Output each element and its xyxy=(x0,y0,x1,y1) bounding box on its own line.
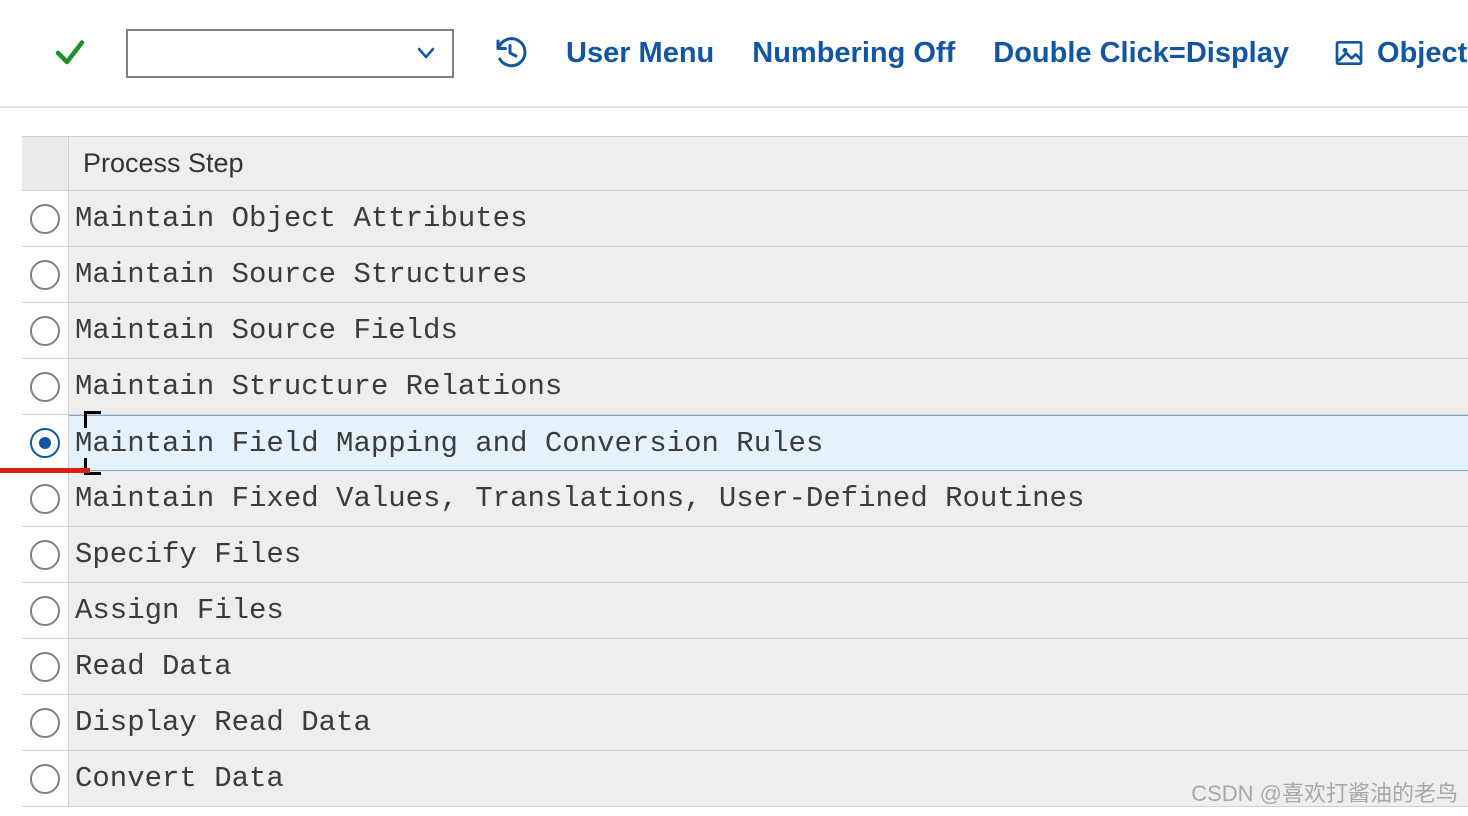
radio-cell[interactable] xyxy=(22,415,69,471)
radio-cell[interactable] xyxy=(22,751,69,807)
radio-button[interactable] xyxy=(30,596,60,626)
radio-button[interactable] xyxy=(30,484,60,514)
radio-button[interactable] xyxy=(30,540,60,570)
radio-button[interactable] xyxy=(30,260,60,290)
radio-button[interactable] xyxy=(30,204,60,234)
command-dropdown[interactable] xyxy=(126,29,454,78)
radio-cell[interactable] xyxy=(22,247,69,303)
table-header-row: Process Step xyxy=(22,137,1468,191)
radio-button[interactable] xyxy=(30,764,60,794)
object-label: Object xyxy=(1377,37,1467,70)
process-step-label: Maintain Source Fields xyxy=(69,303,1468,359)
radio-cell[interactable] xyxy=(22,695,69,751)
chevron-down-icon xyxy=(414,41,438,65)
process-step-label: Assign Files xyxy=(69,583,1468,639)
double-click-mode[interactable]: Double Click=Display xyxy=(993,37,1289,70)
table-row[interactable]: Maintain Field Mapping and Conversion Ru… xyxy=(22,415,1468,471)
table-row[interactable]: Read Data xyxy=(22,639,1468,695)
radio-header-cell xyxy=(22,137,69,191)
history-icon[interactable] xyxy=(492,35,528,71)
table-row[interactable]: Maintain Object Attributes xyxy=(22,191,1468,247)
table-row[interactable]: Maintain Source Structures xyxy=(22,247,1468,303)
radio-cell[interactable] xyxy=(22,191,69,247)
radio-button[interactable] xyxy=(30,316,60,346)
process-step-label: Specify Files xyxy=(69,527,1468,583)
radio-cell[interactable] xyxy=(22,583,69,639)
toolbar: User Menu Numbering Off Double Click=Dis… xyxy=(0,0,1468,108)
process-step-label: Display Read Data xyxy=(69,695,1468,751)
table-row[interactable]: Maintain Fixed Values, Translations, Use… xyxy=(22,471,1468,527)
user-menu-link[interactable]: User Menu xyxy=(566,37,714,70)
annotation-underline xyxy=(0,468,90,473)
process-step-label: Maintain Structure Relations xyxy=(69,359,1468,415)
table-row[interactable]: Maintain Source Fields xyxy=(22,303,1468,359)
radio-cell[interactable] xyxy=(22,303,69,359)
radio-button[interactable] xyxy=(30,652,60,682)
table-row[interactable]: Specify Files xyxy=(22,527,1468,583)
radio-button[interactable] xyxy=(30,372,60,402)
process-step-label: Maintain Object Attributes xyxy=(69,191,1468,247)
process-step-label: Maintain Source Structures xyxy=(69,247,1468,303)
radio-button[interactable] xyxy=(30,428,60,458)
radio-cell[interactable] xyxy=(22,527,69,583)
object-button[interactable]: Object xyxy=(1333,37,1467,70)
focus-bracket-top xyxy=(84,411,101,428)
radio-cell[interactable] xyxy=(22,639,69,695)
numbering-toggle[interactable]: Numbering Off xyxy=(752,37,955,70)
process-step-label: Read Data xyxy=(69,639,1468,695)
process-step-header: Process Step xyxy=(69,137,1468,191)
accept-icon[interactable] xyxy=(52,35,88,71)
table-row[interactable]: Display Read Data xyxy=(22,695,1468,751)
radio-button[interactable] xyxy=(30,708,60,738)
process-step-table: Process Step Maintain Object AttributesM… xyxy=(22,136,1468,807)
radio-cell[interactable] xyxy=(22,471,69,527)
process-step-label: Maintain Field Mapping and Conversion Ru… xyxy=(69,415,1468,471)
table-row[interactable]: Maintain Structure Relations xyxy=(22,359,1468,415)
watermark: CSDN @喜欢打酱油的老鸟 xyxy=(1191,776,1458,808)
radio-cell[interactable] xyxy=(22,359,69,415)
image-icon xyxy=(1333,37,1365,69)
radio-dot xyxy=(39,437,51,449)
process-step-label: Maintain Fixed Values, Translations, Use… xyxy=(69,471,1468,527)
table-row[interactable]: Assign Files xyxy=(22,583,1468,639)
